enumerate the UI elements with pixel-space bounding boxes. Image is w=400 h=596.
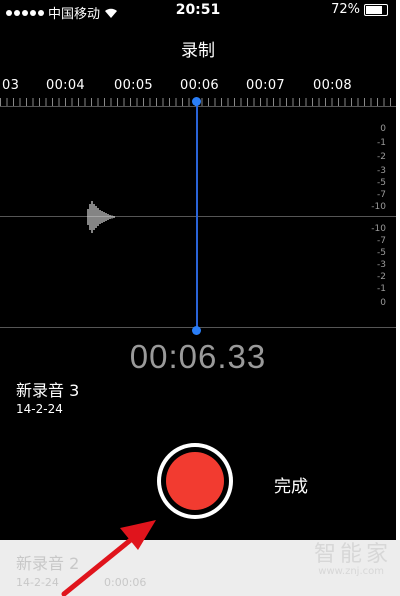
waveform-center-line <box>0 216 396 217</box>
db-label: -2 <box>377 272 386 282</box>
previous-recording-date: 14-2-24 <box>16 576 59 589</box>
db-scale: 0 -1 -2 -3 -5 -7 -10 -10 -7 -5 -3 -2 -1 … <box>340 106 390 328</box>
battery-percent: 72% <box>331 2 360 17</box>
db-label: -1 <box>377 138 386 148</box>
recording-timer: 00:06.33 <box>129 338 267 375</box>
db-label: 0 <box>380 298 386 308</box>
battery-icon <box>364 3 388 16</box>
watermark-url: www.znj.com <box>318 566 384 577</box>
db-label: -7 <box>377 236 386 246</box>
db-label: -7 <box>377 190 386 200</box>
recording-date: 14-2-24 <box>16 402 63 416</box>
db-label: -3 <box>377 166 386 176</box>
voice-memos-screen: 中国移动 20:51 72% 录制 03 00:04 00:05 00:06 0… <box>0 0 396 596</box>
record-icon <box>166 452 224 510</box>
playhead-line[interactable] <box>196 100 198 332</box>
recording-name[interactable]: 新录音 3 <box>16 377 79 401</box>
annotation-arrow-icon <box>61 520 156 596</box>
watermark-logo: 智能家 <box>313 542 392 567</box>
timeline-label: 00:06 <box>180 78 219 93</box>
waveform-top-line <box>0 106 396 107</box>
db-label: -2 <box>377 152 386 162</box>
timeline-label: 00:05 <box>114 78 153 93</box>
waveform-area: 0 -1 -2 -3 -5 -7 -10 -10 -7 -5 -3 -2 -1 … <box>0 106 396 328</box>
db-label: -10 <box>371 224 386 234</box>
battery-area: 72% <box>331 2 388 17</box>
audio-waveform <box>87 201 115 233</box>
status-bar: 中国移动 20:51 72% <box>0 0 396 22</box>
done-button[interactable]: 完成 <box>274 472 308 497</box>
db-label: -3 <box>377 260 386 270</box>
page-title: 录制 <box>181 41 215 61</box>
db-label: 0 <box>380 124 386 134</box>
timeline-label: 00:04 <box>46 78 85 93</box>
record-button[interactable] <box>157 443 233 519</box>
db-label: -5 <box>377 178 386 188</box>
timeline-label: 03 <box>2 78 20 93</box>
timeline-label: 00:08 <box>313 78 352 93</box>
timeline-label: 00:07 <box>246 78 285 93</box>
db-label: -1 <box>377 284 386 294</box>
playhead-bottom-handle[interactable] <box>192 326 201 335</box>
db-label: -10 <box>371 202 386 212</box>
db-label: -5 <box>377 248 386 258</box>
playhead-top-handle[interactable] <box>192 97 201 106</box>
